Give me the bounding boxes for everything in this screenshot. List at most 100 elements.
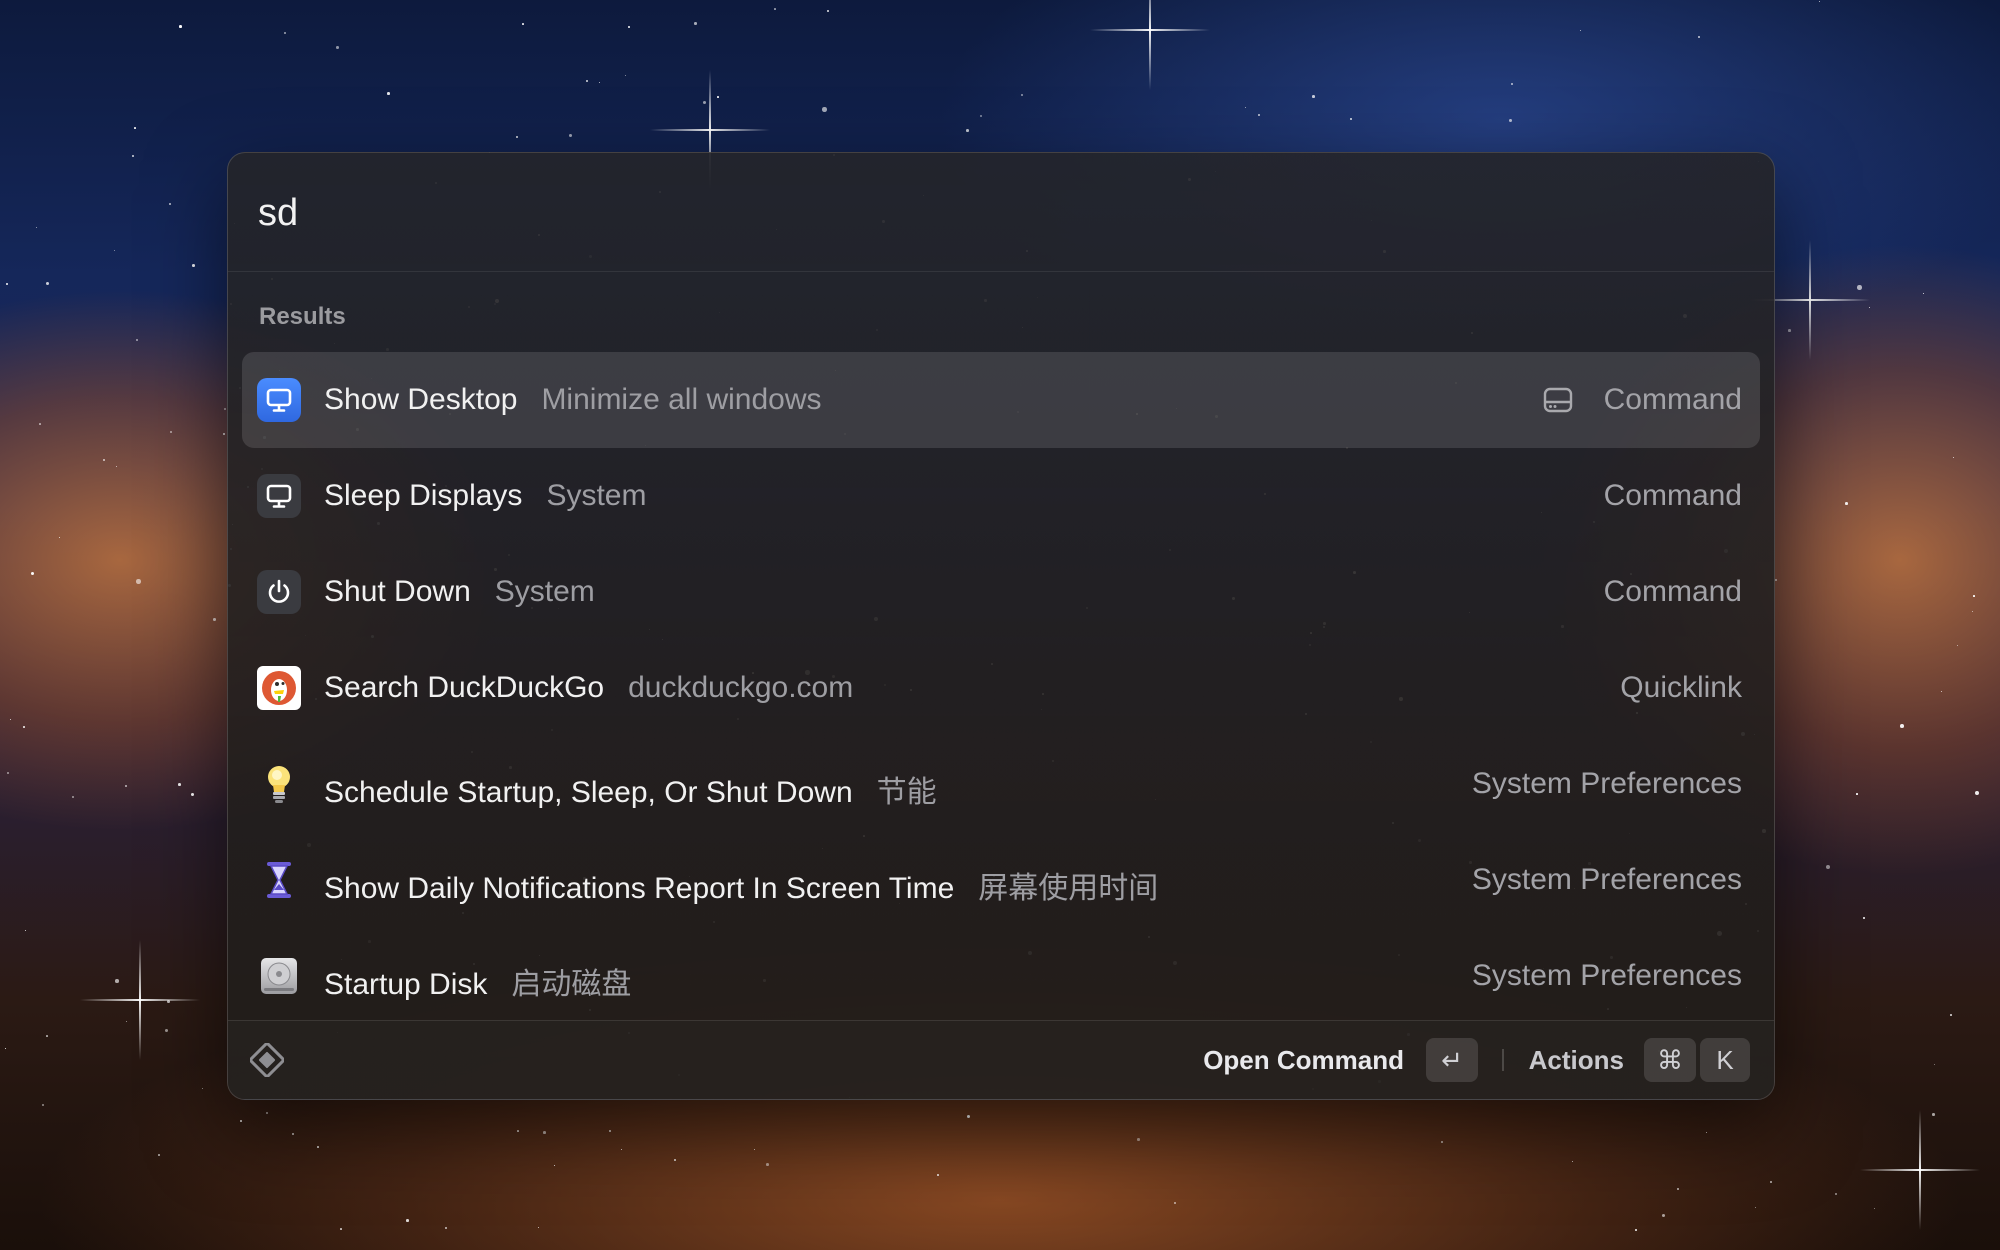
star — [522, 23, 524, 25]
result-subtitle: 启动磁盘 — [511, 968, 632, 1001]
result-row-daily-notifications[interactable]: Show Daily Notifications Report In Scree… — [242, 832, 1760, 928]
star — [170, 431, 173, 434]
star — [1857, 285, 1862, 290]
star — [766, 1163, 769, 1166]
duckduckgo-icon — [257, 666, 301, 710]
star — [23, 726, 25, 728]
star — [967, 1115, 971, 1119]
star — [72, 796, 75, 799]
star — [1950, 1014, 1952, 1016]
star — [1775, 579, 1778, 582]
star — [827, 10, 829, 12]
star — [165, 1029, 168, 1032]
star — [774, 8, 776, 10]
result-title: Show Daily Notifications Report In Scree… — [324, 863, 1158, 907]
star — [1932, 1113, 1935, 1116]
star — [103, 459, 106, 462]
result-title-text: Shut Down — [324, 575, 471, 608]
star — [1953, 457, 1955, 459]
disk-icon — [257, 954, 301, 998]
desktop-background: Results Show Desktop Minimize all windows — [0, 0, 2000, 1250]
search-input[interactable] — [258, 185, 1738, 241]
star — [1350, 118, 1353, 121]
result-row-shut-down[interactable]: Shut Down System Command — [242, 544, 1760, 640]
star — [625, 75, 627, 77]
star — [116, 466, 118, 468]
result-row-show-desktop[interactable]: Show Desktop Minimize all windows Command — [242, 352, 1760, 448]
result-kind: Command — [1603, 575, 1742, 608]
star — [1957, 645, 1959, 647]
star — [569, 134, 572, 137]
star — [703, 101, 707, 105]
star — [169, 203, 172, 206]
action-bar: Open Command ↵ Actions ⌘ K — [228, 1020, 1774, 1099]
star — [1137, 1138, 1140, 1141]
star — [516, 136, 519, 139]
result-subtitle: System — [546, 479, 647, 512]
result-title-text: Schedule Startup, Sleep, Or Shut Down — [324, 776, 853, 809]
star — [517, 1130, 519, 1132]
actions-button[interactable]: Actions — [1529, 1045, 1624, 1076]
footer-divider — [1502, 1049, 1504, 1071]
result-kind: System Preferences — [1471, 863, 1742, 896]
star — [1662, 1214, 1666, 1218]
star — [717, 96, 719, 98]
star — [674, 1159, 677, 1162]
star — [46, 282, 50, 286]
result-title: Startup Disk 启动磁盘 — [324, 959, 631, 1003]
power-icon — [257, 570, 301, 614]
result-row-startup-disk[interactable]: Startup Disk 启动磁盘 System Preferences — [242, 928, 1760, 1024]
star — [754, 1149, 756, 1151]
star — [966, 129, 969, 132]
result-row-sleep-displays[interactable]: Sleep Displays System Command — [242, 448, 1760, 544]
result-subtitle: 屏幕使用时间 — [978, 872, 1159, 905]
star — [1900, 724, 1904, 728]
star — [586, 80, 588, 82]
star — [1706, 1132, 1708, 1134]
star — [6, 283, 9, 286]
star — [179, 25, 182, 28]
search-bar — [228, 153, 1774, 272]
star — [284, 32, 287, 35]
open-command-button[interactable]: Open Command — [1203, 1045, 1404, 1076]
star — [132, 155, 134, 157]
enter-key-icon: ↵ — [1426, 1038, 1478, 1082]
star — [1941, 691, 1943, 693]
star — [115, 979, 119, 983]
star — [10, 719, 12, 721]
star — [1845, 502, 1848, 505]
star — [136, 579, 141, 584]
display-icon — [257, 474, 301, 518]
star — [406, 1219, 409, 1222]
result-title-text: Startup Disk — [324, 968, 488, 1001]
launcher-window: Results Show Desktop Minimize all windows — [227, 152, 1775, 1100]
result-title-text: Sleep Displays — [324, 479, 523, 512]
result-title-text: Show Desktop — [324, 383, 518, 416]
star — [213, 618, 216, 621]
star — [36, 227, 37, 228]
star — [1635, 1229, 1637, 1231]
star — [1174, 1202, 1177, 1205]
result-row-schedule-startup[interactable]: Schedule Startup, Sleep, Or Shut Down 节能 … — [242, 736, 1760, 832]
star — [387, 92, 390, 95]
star — [240, 1120, 242, 1122]
star — [126, 1021, 128, 1023]
hourglass-icon — [257, 858, 301, 902]
star — [1572, 1161, 1574, 1163]
star — [1835, 1193, 1838, 1196]
result-title: Schedule Startup, Sleep, Or Shut Down 节能 — [324, 767, 937, 811]
result-title: Search DuckDuckGo duckduckgo.com — [324, 671, 853, 705]
result-row-search-duckduckgo[interactable]: Search DuckDuckGo duckduckgo.com Quicklin… — [242, 640, 1760, 736]
star — [31, 572, 34, 575]
result-kind: Quicklink — [1620, 671, 1742, 704]
results-section-label: Results — [259, 303, 346, 330]
star — [292, 1133, 295, 1136]
star — [1312, 95, 1315, 98]
star — [114, 250, 116, 252]
star — [1245, 107, 1246, 108]
result-subtitle: duckduckgo.com — [628, 671, 854, 704]
star — [317, 1146, 319, 1148]
star — [609, 1130, 612, 1133]
star — [621, 1149, 623, 1151]
star — [178, 783, 181, 786]
